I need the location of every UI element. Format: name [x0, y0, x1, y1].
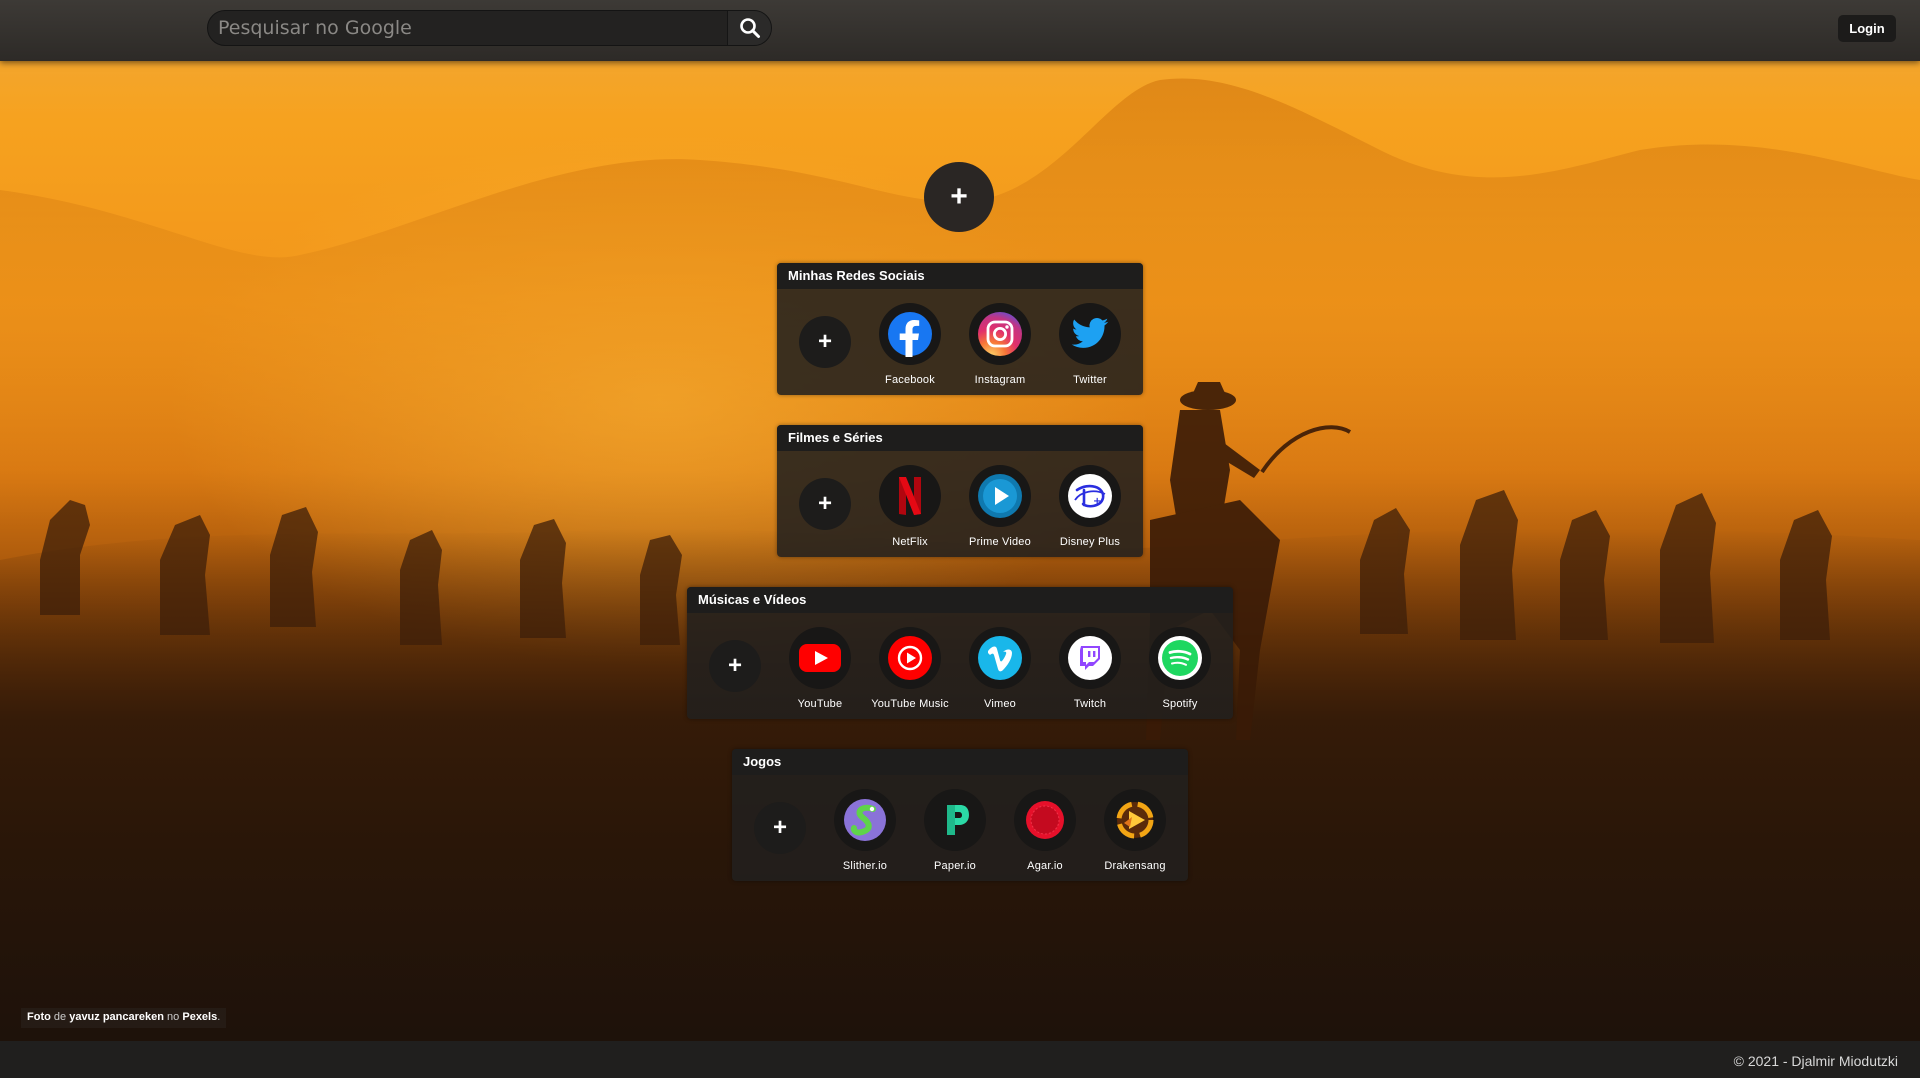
link-label: Twitch: [1073, 698, 1107, 710]
search-icon: [739, 18, 760, 38]
link-disney-plus[interactable]: + Disney Plus: [1045, 465, 1135, 548]
vimeo-icon: [969, 627, 1031, 689]
twitter-icon: [1059, 303, 1121, 365]
group-title: Minhas Redes Sociais: [777, 263, 1143, 289]
group-title: Músicas e Vídeos: [687, 587, 1233, 613]
add-link-button[interactable]: +: [799, 316, 851, 368]
link-youtube-music[interactable]: YouTube Music: [865, 627, 955, 710]
top-bar: Login: [0, 0, 1920, 61]
facebook-icon: [879, 303, 941, 365]
link-slither-io[interactable]: Slither.io: [820, 789, 910, 872]
link-agar-io[interactable]: Agar.io: [1000, 789, 1090, 872]
link-label: Paper.io: [934, 860, 976, 872]
search-input[interactable]: [208, 11, 727, 45]
photo-credit: Foto de yavuz pancareken no Pexels.: [21, 1008, 227, 1028]
link-spotify[interactable]: Spotify: [1135, 627, 1225, 710]
search-bar: [207, 10, 772, 46]
login-button[interactable]: Login: [1838, 15, 1896, 42]
credit-site-link[interactable]: Pexels: [182, 1011, 217, 1023]
spotify-icon: [1149, 627, 1211, 689]
link-label: YouTube: [797, 698, 843, 710]
link-instagram[interactable]: Instagram: [955, 303, 1045, 386]
group-games: Jogos + Slither.io Paper.io Agar.io Drak…: [732, 749, 1188, 881]
link-twitch[interactable]: Twitch: [1045, 627, 1135, 710]
link-prime-video[interactable]: Prime Video: [955, 465, 1045, 548]
svg-text:+: +: [1093, 496, 1101, 507]
link-label: Slither.io: [842, 860, 888, 872]
plus-icon: +: [727, 652, 742, 679]
link-youtube[interactable]: YouTube: [775, 627, 865, 710]
group-movies: Filmes e Séries + NetFlix Prime Video + …: [777, 425, 1143, 557]
credit-de: de: [53, 1011, 67, 1023]
prime-video-icon: [969, 465, 1031, 527]
credit-suffix: .: [217, 1011, 221, 1023]
link-vimeo[interactable]: Vimeo: [955, 627, 1045, 710]
link-label: Vimeo: [984, 698, 1016, 710]
twitch-icon: [1059, 627, 1121, 689]
group-social: Minhas Redes Sociais + Facebook Instagra…: [777, 263, 1143, 395]
link-label: Facebook: [885, 374, 935, 386]
paper-io-icon: [924, 789, 986, 851]
copyright-text: © 2021 - Djalmir Miodutzki: [1733, 1053, 1898, 1069]
add-link-button[interactable]: +: [709, 640, 761, 692]
link-netflix[interactable]: NetFlix: [865, 465, 955, 548]
link-label: Disney Plus: [1059, 536, 1121, 548]
link-label: Drakensang: [1104, 860, 1166, 872]
youtube-music-icon: [879, 627, 941, 689]
slither-io-icon: [834, 789, 896, 851]
credit-author-link[interactable]: yavuz pancareken: [69, 1011, 164, 1023]
agar-io-icon: [1014, 789, 1076, 851]
link-twitter[interactable]: Twitter: [1045, 303, 1135, 386]
add-link-button[interactable]: +: [799, 478, 851, 530]
link-label: Instagram: [974, 374, 1026, 386]
link-drakensang[interactable]: Drakensang: [1090, 789, 1180, 872]
link-label: Twitter: [1073, 374, 1107, 386]
footer: © 2021 - Djalmir Miodutzki: [0, 1041, 1920, 1078]
instagram-icon: [969, 303, 1031, 365]
disney-plus-icon: +: [1059, 465, 1121, 527]
plus-icon: +: [817, 490, 832, 517]
drakensang-icon: [1104, 789, 1166, 851]
plus-icon: +: [772, 814, 787, 841]
group-music-videos: Músicas e Vídeos + YouTube YouTube Music…: [687, 587, 1233, 719]
credit-prefix: Foto: [27, 1011, 51, 1023]
link-paper-io[interactable]: Paper.io: [910, 789, 1000, 872]
plus-icon: +: [950, 180, 968, 213]
plus-icon: +: [817, 328, 832, 355]
credit-no: no: [167, 1011, 180, 1023]
group-title: Filmes e Séries: [777, 425, 1143, 451]
link-label: NetFlix: [892, 536, 928, 548]
add-group-button[interactable]: +: [924, 162, 994, 232]
link-label: YouTube Music: [871, 698, 949, 710]
youtube-icon: [789, 627, 851, 689]
netflix-icon: [879, 465, 941, 527]
link-label: Prime Video: [969, 536, 1031, 548]
link-label: Spotify: [1162, 698, 1198, 710]
search-button[interactable]: [727, 11, 771, 45]
link-facebook[interactable]: Facebook: [865, 303, 955, 386]
group-title: Jogos: [732, 749, 1188, 775]
add-link-button[interactable]: +: [754, 802, 806, 854]
link-label: Agar.io: [1027, 860, 1063, 872]
